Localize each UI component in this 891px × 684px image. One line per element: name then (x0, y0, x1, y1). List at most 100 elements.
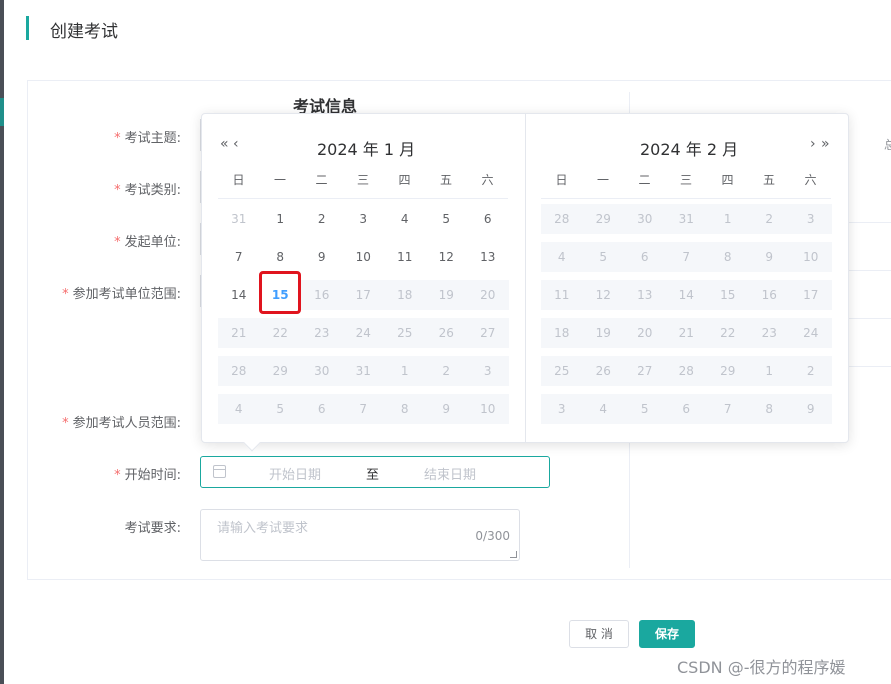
date-cell[interactable]: 6 (467, 204, 509, 234)
date-cell: 1 (707, 204, 749, 234)
date-cell: 9 (425, 394, 467, 424)
date-cell: 20 (624, 318, 666, 348)
weekday-label: 六 (804, 173, 817, 187)
date-cell: 8 (707, 242, 749, 272)
date-cell: 14 (665, 280, 707, 310)
date-cell: 19 (425, 280, 467, 310)
date-cell[interactable]: 4 (384, 204, 426, 234)
date-cell: 26 (582, 356, 624, 386)
field-label-start-time: * 开始时间: (114, 468, 181, 483)
prev-month-button[interactable]: ‹ (233, 136, 238, 152)
date-cell: 21 (218, 318, 260, 348)
weekday-label: 一 (273, 173, 286, 187)
save-button[interactable]: 保存 (639, 620, 695, 648)
date-cell: 9 (790, 394, 832, 424)
date-cell: 7 (342, 394, 384, 424)
date-cell: 29 (582, 204, 624, 234)
date-cell: 30 (301, 356, 343, 386)
date-cell: 6 (665, 394, 707, 424)
date-cell: 20 (467, 280, 509, 310)
date-cell: 22 (707, 318, 749, 348)
date-cell[interactable]: 11 (384, 242, 426, 272)
date-cell: 8 (384, 394, 426, 424)
date-cell: 12 (582, 280, 624, 310)
date-cell: 3 (790, 204, 832, 234)
date-cell: 19 (582, 318, 624, 348)
date-cell[interactable]: 13 (467, 242, 509, 272)
date-cell: 27 (467, 318, 509, 348)
date-cell[interactable]: 1 (260, 204, 302, 234)
date-cell: 17 (342, 280, 384, 310)
date-range-picker: « ‹ 2024 年 1 月 2024 年 2 月 › » 日一二三四五六 31 1… (201, 113, 849, 452)
date-cell: 23 (748, 318, 790, 348)
date-cell: 2 (790, 356, 832, 386)
weekday-label: 四 (721, 173, 734, 187)
page-title-accent-bar (26, 16, 29, 40)
date-cell: 5 (259, 394, 301, 424)
date-cell: 3 (467, 356, 509, 386)
date-cell[interactable]: 3 (343, 204, 385, 234)
date-cell[interactable]: 10 (343, 242, 385, 272)
date-cell-today[interactable]: 15 (260, 280, 302, 310)
start-time-range-input[interactable]: 开始日期 至 结束日期 (200, 456, 550, 488)
date-cell[interactable]: 14 (218, 280, 260, 310)
date-cell: 21 (665, 318, 707, 348)
weekday-label: 三 (356, 173, 369, 187)
field-label-personnel-scope: * 参加考试人员范围: (62, 416, 181, 431)
date-cell[interactable]: 5 (426, 204, 468, 234)
date-cell: 5 (624, 394, 666, 424)
date-cell: 6 (624, 242, 666, 272)
date-cell: 1 (748, 356, 790, 386)
field-label-unit-scope: * 参加考试单位范围: (62, 287, 181, 302)
field-label-exam-subject: * 考试主题: (114, 131, 181, 146)
date-cell[interactable]: 7 (218, 242, 260, 272)
date-cell[interactable]: 8 (260, 242, 302, 272)
date-cell: 5 (582, 242, 624, 272)
date-cell[interactable]: 9 (301, 242, 343, 272)
date-cell: 29 (259, 356, 301, 386)
date-cell: 7 (665, 242, 707, 272)
date-cell: 10 (790, 242, 832, 272)
next-month-button[interactable]: › (810, 136, 815, 152)
requirement-textarea[interactable]: 请输入考试要求 0/300 (200, 509, 520, 561)
date-cell: 29 (707, 356, 749, 386)
date-cell: 16 (748, 280, 790, 310)
date-cell[interactable]: 12 (426, 242, 468, 272)
left-sidebar-active-marker (0, 98, 4, 126)
date-cell: 2 (748, 204, 790, 234)
date-cell: 28 (665, 356, 707, 386)
date-cell[interactable]: 2 (301, 204, 343, 234)
field-label-organizer: * 发起单位: (114, 235, 181, 250)
date-cell: 24 (342, 318, 384, 348)
date-cell[interactable]: 31 (218, 204, 260, 234)
requirement-char-count: 0/300 (475, 529, 510, 543)
date-cell: 13 (624, 280, 666, 310)
date-cell: 6 (301, 394, 343, 424)
date-cell: 24 (790, 318, 832, 348)
date-cell: 22 (259, 318, 301, 348)
date-cell: 18 (384, 280, 426, 310)
cancel-button[interactable]: 取 消 (569, 620, 629, 648)
date-cell: 27 (624, 356, 666, 386)
next-year-button[interactable]: » (821, 136, 829, 152)
watermark: CSDN @-很方的程序媛 (677, 658, 846, 677)
range-end-input[interactable]: 结束日期 (424, 464, 476, 483)
date-cell: 4 (582, 394, 624, 424)
weekday-divider-left (218, 198, 508, 199)
field-label-requirement: 考试要求: (124, 521, 181, 536)
weekday-label: 六 (481, 173, 494, 187)
date-cell: 17 (790, 280, 832, 310)
date-cell: 25 (384, 318, 426, 348)
field-label-exam-category: * 考试类别: (114, 183, 181, 198)
right-panel-clipped-label: 总 (884, 138, 891, 152)
requirement-placeholder: 请输入考试要求 (217, 521, 309, 536)
date-cell: 23 (301, 318, 343, 348)
resize-handle-icon[interactable] (510, 551, 517, 558)
weekday-label: 三 (679, 173, 692, 187)
weekday-label: 二 (638, 173, 651, 187)
range-start-input[interactable]: 开始日期 (269, 464, 321, 483)
date-cell: 4 (541, 242, 583, 272)
date-cell: 30 (624, 204, 666, 234)
prev-year-button[interactable]: « (220, 136, 228, 152)
page-title: 创建考试 (50, 22, 118, 42)
